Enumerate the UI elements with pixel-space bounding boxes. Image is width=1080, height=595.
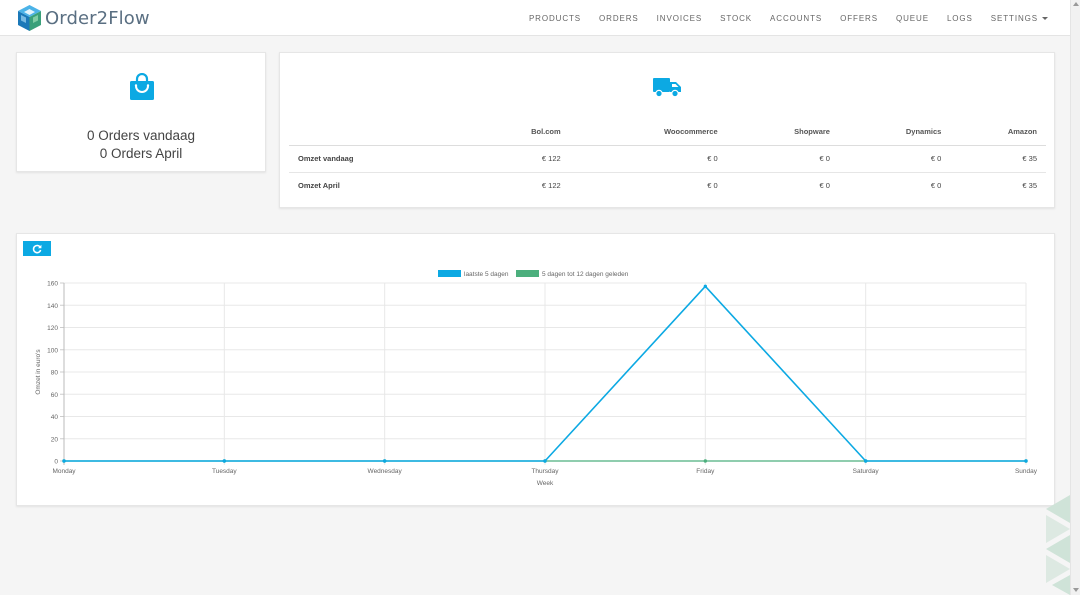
revenue-card: Bol.com Woocommerce Shopware Dynamics Am… bbox=[279, 52, 1055, 208]
data-point bbox=[703, 284, 708, 289]
nav-settings-dropdown[interactable]: SETTINGS bbox=[991, 14, 1048, 23]
col-header-amazon: Amazon bbox=[950, 119, 1046, 146]
col-header-empty bbox=[289, 119, 473, 146]
orders-month-text: 0 Orders April bbox=[99, 146, 183, 161]
y-tick-label: 40 bbox=[51, 414, 59, 421]
x-tick-label: Thursday bbox=[531, 468, 559, 475]
brand-name: Order2Flow bbox=[45, 7, 150, 29]
data-point bbox=[543, 459, 547, 463]
x-tick-label: Saturday bbox=[853, 468, 880, 475]
row-label: Omzet April bbox=[298, 181, 340, 191]
brand-logo-link[interactable]: Order2Flow bbox=[16, 4, 150, 32]
nav-orders[interactable]: ORDERS bbox=[599, 14, 639, 23]
nav-products[interactable]: PRODUCTS bbox=[529, 14, 581, 23]
nav-offers[interactable]: OFFERS bbox=[840, 14, 878, 23]
refresh-icon bbox=[32, 244, 42, 253]
cell-value: € 0 bbox=[726, 145, 839, 173]
x-axis-label: Week bbox=[537, 480, 554, 487]
revenue-chart-card: 0 20 40 60 80 100 120 140 160 Monday Tuesday Wednes… bbox=[16, 233, 1055, 506]
cell-value: € 0 bbox=[569, 145, 727, 173]
legend-swatch-5-to-12-days bbox=[516, 270, 539, 277]
cell-value: € 35 bbox=[950, 145, 1046, 173]
row-label: Omzet vandaag bbox=[289, 145, 473, 173]
top-navbar: Order2Flow PRODUCTS ORDERS INVOICES STOC… bbox=[0, 0, 1070, 36]
nav-accounts[interactable]: ACCOUNTS bbox=[770, 14, 822, 23]
refresh-button[interactable] bbox=[23, 241, 51, 256]
data-point bbox=[62, 459, 66, 463]
main-nav: PRODUCTS ORDERS INVOICES STOCK ACCOUNTS … bbox=[511, 0, 1048, 36]
data-point bbox=[863, 459, 868, 463]
table-row: Omzet vandaag € 122 € 0 € 0 € 0 € 35 bbox=[289, 145, 1046, 173]
cell-value: € 122 bbox=[541, 181, 561, 191]
nav-queue[interactable]: QUEUE bbox=[896, 14, 929, 23]
y-tick-label: 0 bbox=[54, 459, 58, 466]
data-point bbox=[222, 459, 227, 463]
scroll-down-icon[interactable] bbox=[1073, 588, 1079, 592]
table-row: Omzet April € 122 € 0 € 0 € 0 € 35 bbox=[289, 172, 1046, 199]
cell-value: € 122 bbox=[473, 145, 570, 173]
data-point bbox=[703, 459, 708, 463]
y-tick-label: 20 bbox=[51, 436, 59, 443]
data-point bbox=[1024, 459, 1028, 463]
x-tick-label: Monday bbox=[52, 468, 76, 475]
delivery-truck-icon bbox=[653, 78, 681, 98]
col-header-bolcom: Bol.com bbox=[473, 119, 570, 146]
legend-label-5-to-12-days: 5 dagen tot 12 dagen geleden bbox=[542, 271, 629, 278]
cell-value: € 0 bbox=[707, 181, 718, 191]
y-tick-label: 60 bbox=[51, 392, 59, 399]
data-point bbox=[382, 459, 387, 463]
nav-settings-label: SETTINGS bbox=[990, 13, 1038, 23]
y-tick-label: 100 bbox=[47, 347, 58, 354]
revenue-table: Bol.com Woocommerce Shopware Dynamics Am… bbox=[289, 119, 1046, 199]
nav-stock[interactable]: STOCK bbox=[720, 14, 752, 23]
col-header-woocommerce: Woocommerce bbox=[569, 119, 727, 146]
orders-today-text: 0 Orders vandaag bbox=[86, 128, 196, 143]
decorative-triangles-icon bbox=[1046, 495, 1070, 595]
cell-value: € 0 bbox=[930, 181, 942, 191]
cell-value: € 0 bbox=[819, 181, 830, 191]
legend-label-last-5-days: laatste 5 dagen bbox=[464, 271, 509, 278]
x-tick-label: Wednesday bbox=[368, 468, 403, 475]
x-tick-label: Sunday bbox=[1015, 468, 1038, 475]
col-header-shopware: Shopware bbox=[726, 119, 839, 146]
page-scrollbar[interactable] bbox=[1070, 0, 1080, 595]
x-tick-label: Tuesday bbox=[212, 468, 237, 475]
x-tick-label: Friday bbox=[696, 468, 715, 475]
nav-logs[interactable]: LOGS bbox=[947, 14, 973, 23]
caret-down-icon bbox=[1042, 16, 1048, 20]
revenue-table-header: Bol.com Woocommerce Shopware Dynamics Am… bbox=[289, 119, 1046, 146]
y-tick-label: 160 bbox=[47, 281, 58, 288]
y-tick-label: 140 bbox=[47, 303, 58, 310]
cell-value: € 35 bbox=[1022, 181, 1037, 191]
cube-logo-icon bbox=[18, 5, 41, 31]
shopping-bag-icon bbox=[130, 73, 154, 100]
cell-value: € 0 bbox=[838, 145, 951, 173]
col-header-dynamics: Dynamics bbox=[838, 119, 951, 146]
nav-invoices[interactable]: INVOICES bbox=[657, 14, 702, 23]
y-tick-label: 120 bbox=[47, 325, 58, 332]
revenue-line-chart: 0 20 40 60 80 100 120 140 160 Monday Tuesday Wednes… bbox=[35, 270, 1038, 487]
y-tick-label: 80 bbox=[51, 370, 59, 377]
y-axis-label: Omzet in euro's bbox=[35, 349, 42, 395]
orders-summary-card: 0 Orders vandaag 0 Orders April bbox=[16, 52, 266, 172]
scroll-up-icon[interactable] bbox=[1073, 2, 1079, 6]
legend-swatch-last-5-days bbox=[438, 270, 461, 277]
